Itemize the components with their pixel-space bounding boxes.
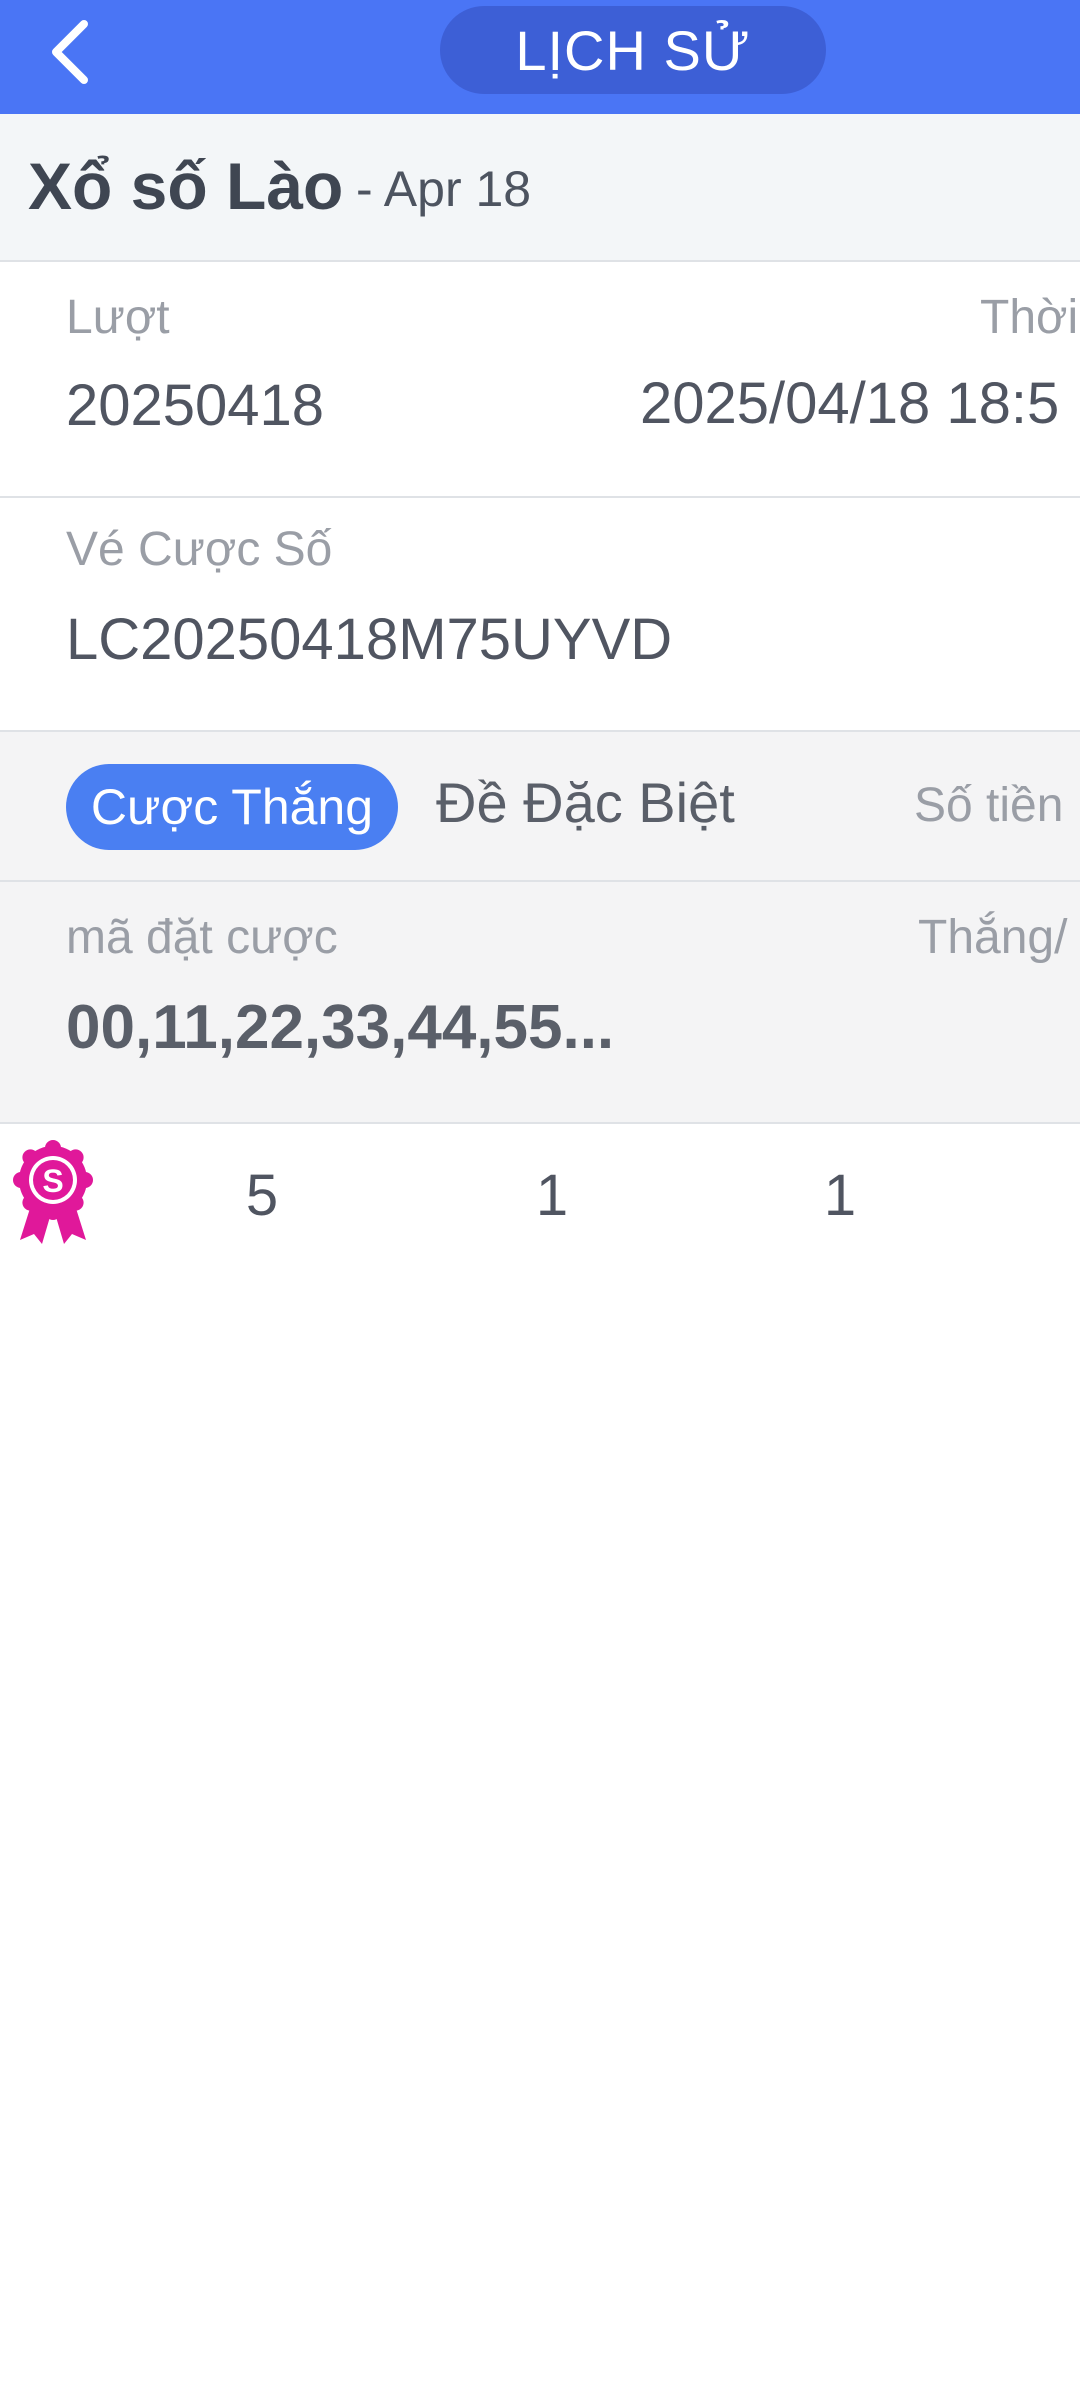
bet-code-value: 00,11,22,33,44,55... bbox=[66, 993, 615, 1062]
result-label: Thắng/ bbox=[918, 911, 1068, 964]
time-label: Thời bbox=[980, 291, 1079, 344]
round-info: Lượt 20250418 Thời 2025/04/18 18:5 bbox=[0, 262, 1080, 498]
page-title: LỊCH SỬ bbox=[440, 6, 826, 94]
ticket-label: Vé Cược Số bbox=[66, 523, 333, 576]
stat-value-1: 5 bbox=[245, 1163, 279, 1228]
back-button[interactable] bbox=[30, 12, 110, 92]
time-value: 2025/04/18 18:5 bbox=[640, 371, 1060, 436]
game-name: Xổ số Lào bbox=[28, 149, 344, 223]
game-date: - Apr 18 bbox=[356, 161, 532, 217]
result-label-wrap: Thắng/ bbox=[918, 910, 1080, 974]
round-label: Lượt bbox=[66, 291, 170, 344]
badge-letter: S bbox=[42, 1163, 63, 1199]
stats-row: S 5 1 1 bbox=[0, 1124, 1080, 1254]
ticket-info: Vé Cược Số LC20250418M75UYVD bbox=[0, 498, 1080, 732]
bet-code-row: mã đặt cược 00,11,22,33,44,55... Thắng/ bbox=[0, 882, 1080, 1124]
chevron-left-icon bbox=[52, 20, 88, 84]
round-value: 20250418 bbox=[66, 373, 325, 438]
bet-code-label: mã đặt cược bbox=[66, 911, 338, 964]
amount-label: Số tiền bbox=[914, 779, 1064, 832]
time-label-wrap: Thời bbox=[980, 290, 1080, 350]
stat-value-2: 1 bbox=[535, 1163, 569, 1228]
app-header: LỊCH SỬ bbox=[0, 0, 1080, 114]
prize-ribbon-icon: S bbox=[13, 1140, 93, 1244]
ticket-value: LC20250418M75UYVD bbox=[66, 607, 673, 672]
time-value-wrap: 2025/04/18 18:5 bbox=[640, 370, 1080, 442]
bet-type: Đề Đặc Biệt bbox=[436, 771, 735, 834]
status-badge: Cược Thắng bbox=[66, 764, 398, 850]
bet-type-row: Cược Thắng Đề Đặc Biệt Số tiền bbox=[0, 732, 1080, 882]
stat-value-3: 1 bbox=[823, 1163, 857, 1228]
game-header: Xổ số Lào - Apr 18 bbox=[0, 114, 1080, 262]
amount-label-wrap: Số tiền bbox=[914, 778, 1080, 842]
